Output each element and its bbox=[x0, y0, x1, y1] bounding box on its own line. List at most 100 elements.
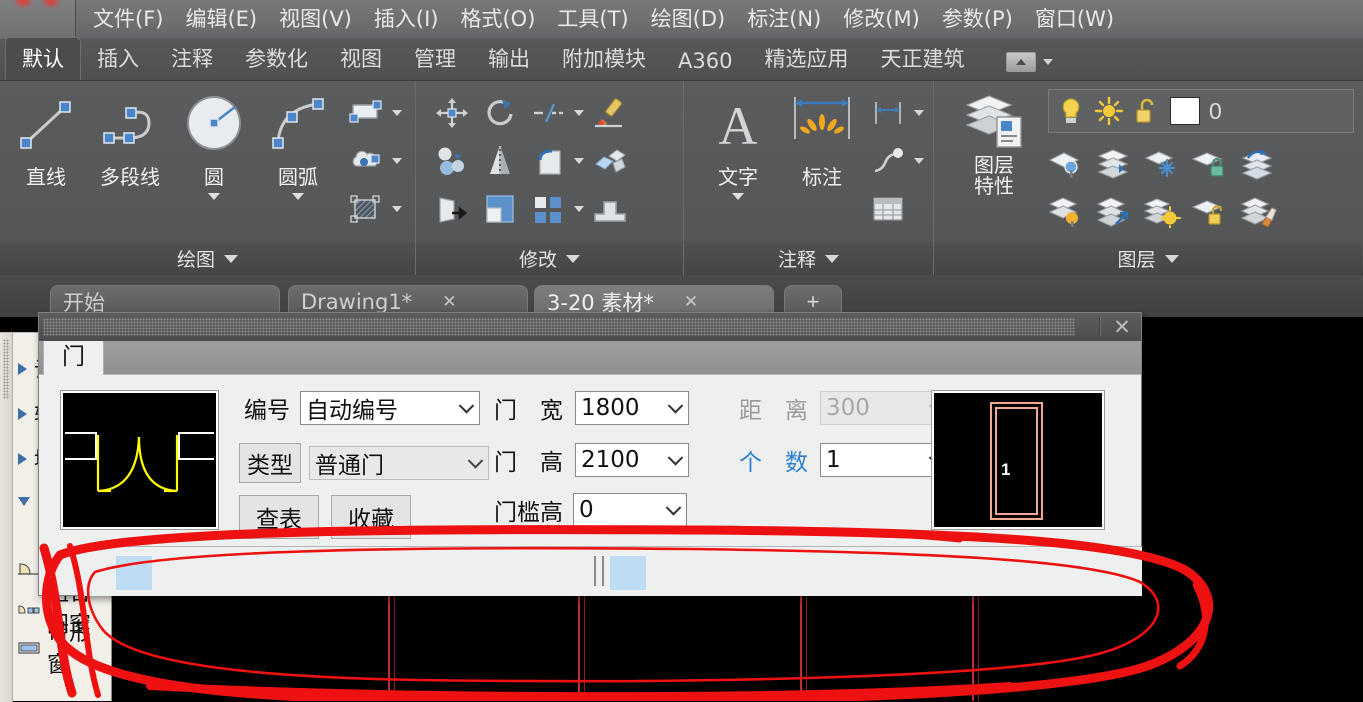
ribbon-panel-modify-title[interactable]: 修改 bbox=[416, 242, 683, 275]
ribbon-tab-addins[interactable]: 附加模块 bbox=[546, 38, 662, 80]
layer-lock-button[interactable] bbox=[1188, 142, 1232, 184]
chevron-right-icon[interactable] bbox=[18, 407, 27, 420]
chevron-down-icon[interactable] bbox=[1043, 59, 1054, 65]
chevron-down-icon[interactable] bbox=[467, 453, 484, 469]
annotation-leader-button[interactable] bbox=[866, 140, 910, 182]
close-icon[interactable]: ✕ bbox=[684, 292, 698, 312]
menu-item-format[interactable]: 格式(O) bbox=[449, 0, 546, 39]
layer-previous-button[interactable] bbox=[1236, 142, 1280, 184]
chevron-down-icon[interactable] bbox=[208, 193, 220, 200]
chevron-down-icon[interactable] bbox=[224, 254, 238, 263]
annotation-dimension-button[interactable]: 标注 bbox=[780, 87, 864, 242]
door-height-combo[interactable]: 2100 bbox=[575, 443, 689, 477]
annotation-table-button[interactable] bbox=[866, 188, 910, 230]
ribbon-tab-a360[interactable]: A360 bbox=[662, 44, 748, 80]
door-count-combo[interactable]: 1 bbox=[820, 443, 950, 477]
chevron-down-icon[interactable] bbox=[574, 110, 584, 116]
ribbon-tab-default[interactable]: 默认 bbox=[5, 37, 81, 80]
chevron-down-icon[interactable] bbox=[732, 193, 744, 200]
draw-line-button[interactable]: 直线 bbox=[4, 87, 88, 242]
ribbon-tab-insert[interactable]: 插入 bbox=[81, 38, 155, 80]
draw-hatch-button[interactable] bbox=[344, 188, 388, 230]
chevron-down-icon[interactable] bbox=[392, 158, 402, 164]
modify-move-button[interactable] bbox=[430, 92, 474, 134]
door-count-label[interactable]: 个 数 bbox=[739, 443, 808, 477]
layer-match-button[interactable] bbox=[1236, 190, 1280, 232]
ribbon-tab-parametric[interactable]: 参数化 bbox=[229, 38, 324, 80]
bottom-toolbar-button-1[interactable] bbox=[116, 556, 152, 590]
layer-unlock-button[interactable] bbox=[1188, 190, 1232, 232]
layer-status-bar[interactable]: 0 bbox=[1048, 89, 1354, 133]
dialog-close-button[interactable]: ✕ bbox=[1105, 314, 1139, 340]
chevron-down-icon[interactable] bbox=[665, 500, 682, 516]
menu-item-tools[interactable]: 工具(T) bbox=[546, 0, 639, 39]
ribbon-tab-manage[interactable]: 管理 bbox=[398, 38, 472, 80]
modify-explode-button[interactable] bbox=[588, 140, 632, 182]
sun-icon[interactable] bbox=[1094, 96, 1124, 126]
menu-item-dimension[interactable]: 标注(N) bbox=[736, 0, 832, 39]
chevron-right-icon[interactable] bbox=[18, 362, 27, 375]
chevron-down-icon[interactable] bbox=[574, 158, 584, 164]
chevron-down-icon[interactable] bbox=[18, 496, 30, 506]
menu-item-insert[interactable]: 插入(I) bbox=[363, 0, 450, 39]
ribbon-panel-draw-title[interactable]: 绘图 bbox=[0, 242, 415, 275]
menu-item-window[interactable]: 窗口(W) bbox=[1024, 0, 1125, 39]
menu-item-edit[interactable]: 编辑(E) bbox=[174, 0, 268, 39]
layer-change-button[interactable] bbox=[1092, 190, 1136, 232]
modify-trim-button[interactable] bbox=[526, 92, 570, 134]
door-number-combo[interactable]: 自动编号 bbox=[300, 391, 480, 425]
layer-properties-button[interactable]: 图层 特性 bbox=[944, 87, 1044, 242]
chevron-down-icon[interactable] bbox=[292, 193, 304, 200]
door-type-combo[interactable]: 普通门 bbox=[309, 446, 489, 480]
ribbon-panel-annotation-title[interactable]: 注释 bbox=[684, 242, 933, 275]
draw-arc-button[interactable]: 圆弧 bbox=[256, 87, 340, 242]
door-threshold-combo[interactable]: 0 bbox=[573, 493, 687, 527]
door-plan-preview[interactable] bbox=[60, 390, 219, 530]
ribbon-minimize-icon[interactable] bbox=[1006, 52, 1037, 72]
draw-polyline-button[interactable]: 多段线 bbox=[88, 87, 172, 242]
layer-isolate-button[interactable] bbox=[1044, 142, 1088, 184]
menu-item-parametric[interactable]: 参数(P) bbox=[931, 0, 1024, 39]
draw-rectangle-button[interactable] bbox=[344, 92, 388, 134]
chevron-down-icon[interactable] bbox=[566, 254, 580, 263]
layer-color-swatch[interactable] bbox=[1170, 97, 1200, 125]
unlock-icon[interactable] bbox=[1133, 96, 1161, 126]
modify-fillet-button[interactable] bbox=[526, 140, 570, 182]
chevron-down-icon[interactable] bbox=[667, 450, 684, 466]
ribbon-tab-view[interactable]: 视图 bbox=[324, 38, 398, 80]
layer-merge-button[interactable] bbox=[1092, 142, 1136, 184]
modify-rotate-button[interactable] bbox=[478, 92, 522, 134]
menu-item-modify[interactable]: 修改(M) bbox=[832, 0, 931, 39]
layer-off-button[interactable] bbox=[1044, 190, 1088, 232]
chevron-right-icon[interactable] bbox=[18, 452, 27, 465]
ribbon-panel-layer-title[interactable]: 图层 bbox=[934, 242, 1362, 275]
modify-match-properties-button[interactable] bbox=[588, 92, 632, 134]
chevron-down-icon[interactable] bbox=[1164, 254, 1179, 263]
menu-item-draw[interactable]: 绘图(D) bbox=[640, 0, 737, 39]
application-menu-button[interactable] bbox=[0, 0, 76, 39]
modify-stretch-button[interactable] bbox=[430, 188, 474, 230]
layer-freeze-button[interactable] bbox=[1140, 142, 1184, 184]
door-width-combo[interactable]: 1800 bbox=[575, 391, 689, 425]
ribbon-tab-tangent-arch[interactable]: 天正建筑 bbox=[864, 38, 980, 80]
door-elevation-preview[interactable]: 1 bbox=[931, 390, 1105, 530]
dialog-drag-grip[interactable] bbox=[43, 318, 1075, 336]
menu-item-view[interactable]: 视图(V) bbox=[268, 0, 363, 39]
chevron-down-icon[interactable] bbox=[392, 110, 402, 116]
ribbon-tab-output[interactable]: 输出 bbox=[472, 38, 546, 80]
ribbon-tab-annotate[interactable]: 注释 bbox=[155, 38, 229, 80]
door-favorite-button[interactable]: 收藏 bbox=[331, 495, 411, 539]
chevron-down-icon[interactable] bbox=[392, 206, 402, 212]
close-icon[interactable]: ✕ bbox=[442, 292, 456, 312]
layer-unisolate-button[interactable] bbox=[1140, 190, 1184, 232]
door-type-button[interactable]: 类型 bbox=[239, 443, 301, 483]
modify-mirror-button[interactable] bbox=[478, 140, 522, 182]
annotation-linear-dimension-button[interactable] bbox=[866, 92, 910, 134]
modify-extrude-button[interactable] bbox=[588, 188, 632, 230]
chevron-down-icon[interactable] bbox=[458, 398, 475, 414]
chevron-down-icon[interactable] bbox=[667, 398, 684, 414]
palette-drag-grip[interactable] bbox=[0, 333, 13, 702]
bottom-toolbar-button-2[interactable] bbox=[610, 556, 646, 590]
chevron-down-icon[interactable] bbox=[574, 206, 584, 212]
menu-item-file[interactable]: 文件(F) bbox=[82, 0, 174, 39]
